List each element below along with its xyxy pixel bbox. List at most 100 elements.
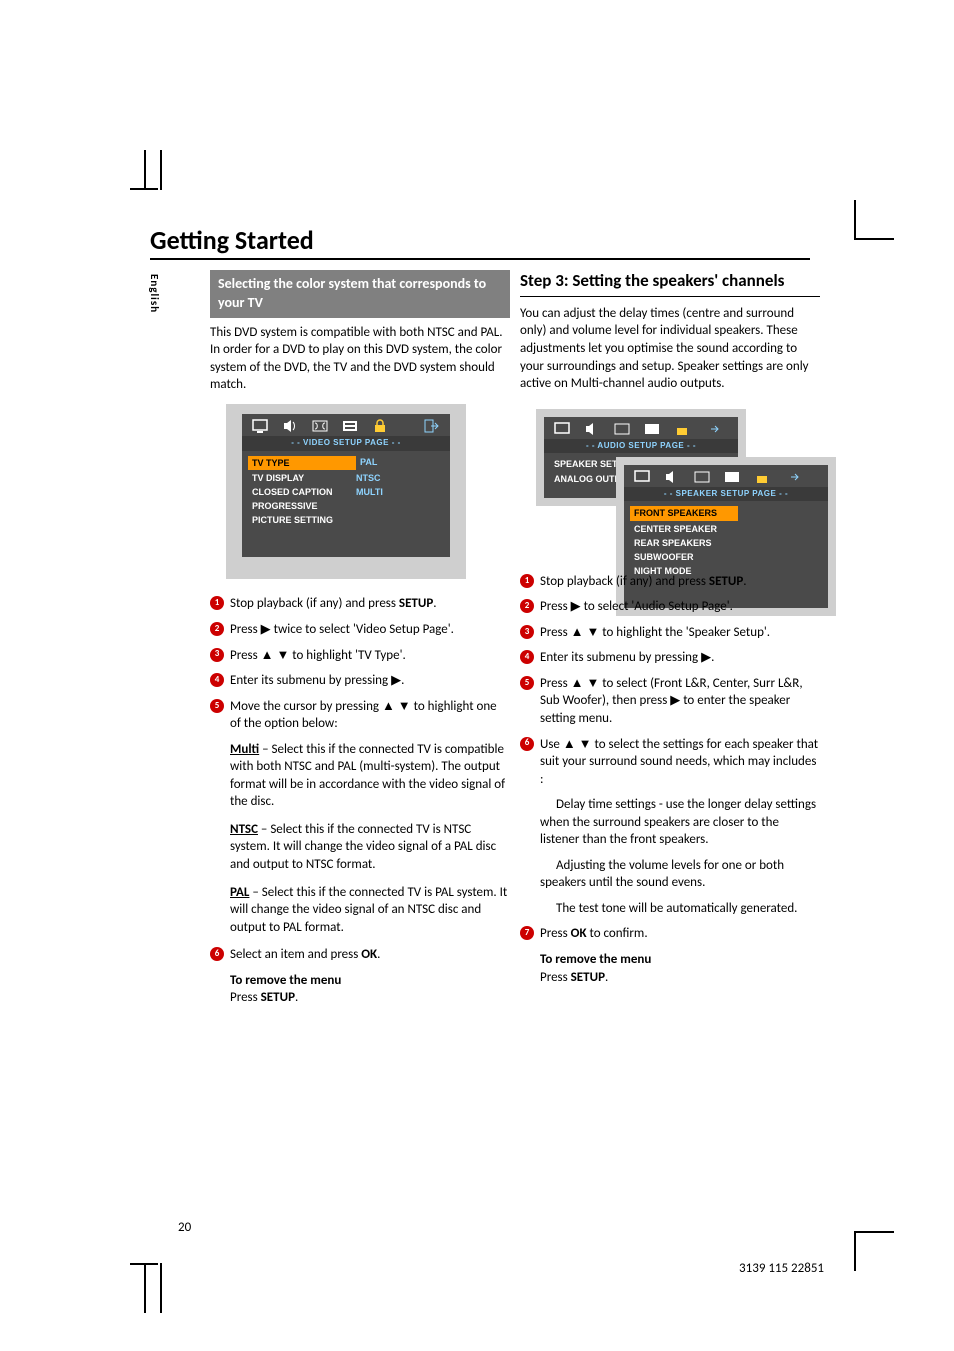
crop-mark xyxy=(854,200,894,240)
crop-mark xyxy=(854,1231,894,1271)
remove-text: Press xyxy=(540,970,571,985)
bullet-icon: 2 xyxy=(210,622,224,636)
intro-text: This DVD system is compatible with both … xyxy=(210,324,510,394)
step-text: Press xyxy=(540,926,571,941)
right-column: Step 3: Setting the speakers' channels Y… xyxy=(520,270,820,996)
speaker-icon xyxy=(664,470,680,484)
osd-label: TV DISPLAY xyxy=(252,472,356,484)
right-icon: ▶ xyxy=(261,622,271,637)
step-text: Enter its submenu by pressing xyxy=(540,650,701,665)
bullet-icon: 6 xyxy=(210,947,224,961)
option-label: NTSC xyxy=(230,822,258,837)
section-heading: Selecting the color system that correspo… xyxy=(210,270,510,318)
step-5: 5Move the cursor by pressing ▲ ▼ to high… xyxy=(210,698,510,733)
osd-value: MULTI xyxy=(356,486,383,498)
speaker-icon xyxy=(282,419,298,433)
osd-value: NTSC xyxy=(356,472,381,484)
updown-icon: ▲ ▼ xyxy=(382,699,411,714)
step-text: Press xyxy=(230,648,261,663)
step-text: to highlight the 'Speaker Setup'. xyxy=(599,625,770,640)
step-6: 6 Select an item and press OK. xyxy=(210,946,510,964)
preference-icon xyxy=(644,422,660,436)
steps-list: 1Stop playback (if any) and press SETUP.… xyxy=(520,573,820,788)
osd-label: CLOSED CAPTION xyxy=(252,486,356,498)
preference-icon xyxy=(342,419,358,433)
ok-key: OK xyxy=(361,947,377,962)
step-3: 3 Press ▲ ▼ to highlight the 'Speaker Set… xyxy=(520,624,820,642)
step-2: 2Press ▶ to select 'Audio Setup Page'. xyxy=(520,598,820,616)
updown-icon: ▲ ▼ xyxy=(571,625,600,640)
ok-key: OK xyxy=(571,926,587,941)
osd-row: CENTER SPEAKER xyxy=(634,522,818,536)
video-setup-osd: - - VIDEO SETUP PAGE - - TV TYPEPAL TV D… xyxy=(226,404,466,580)
step-text: . xyxy=(377,947,380,962)
language-tab: English xyxy=(146,270,163,317)
remove-menu: To remove the menuPress SETUP. xyxy=(210,972,510,1007)
osd-value: PAL xyxy=(360,456,377,470)
crop-mark xyxy=(130,150,158,190)
step-1: 1Stop playback (if any) and press SETUP. xyxy=(210,595,510,613)
intro-text: You can adjust the delay times (centre a… xyxy=(520,305,820,393)
steps-list: 1Stop playback (if any) and press SETUP.… xyxy=(210,595,510,732)
bullet-icon: 2 xyxy=(520,599,534,613)
adjust-text: Adjusting the volume levels for one or b… xyxy=(520,857,820,892)
exit-icon xyxy=(424,419,440,433)
step-text: Press xyxy=(540,625,571,640)
exit-icon xyxy=(784,470,800,484)
osd-label: CENTER SPEAKER xyxy=(634,523,738,535)
osd-title: - - SPEAKER SETUP PAGE - - xyxy=(624,487,828,502)
step-7: 7Press OK to confirm. xyxy=(520,925,820,943)
osd-label: FRONT SPEAKERS xyxy=(634,508,717,518)
option-text: – Select this if the connected TV is NTS… xyxy=(230,822,496,872)
step-text: . xyxy=(433,596,436,611)
monitor-icon xyxy=(554,422,570,436)
crop-mark xyxy=(130,1263,180,1313)
title-rule xyxy=(150,258,810,260)
osd-row: SUBWOOFER xyxy=(634,550,818,564)
left-column: Selecting the color system that correspo… xyxy=(210,270,510,1017)
step-text: Select an item and press xyxy=(230,947,361,962)
exit-icon xyxy=(704,422,720,436)
tone-text: The test tone will be automatically gene… xyxy=(520,900,820,918)
osd-label: PICTURE SETTING xyxy=(252,514,356,526)
monitor-icon xyxy=(252,419,268,433)
osd-row: CLOSED CAPTIONMULTI xyxy=(252,485,440,499)
crop-mark xyxy=(160,1263,162,1313)
bullet-icon: 5 xyxy=(210,699,224,713)
dolby-icon xyxy=(312,419,328,433)
bullet-icon: 3 xyxy=(520,625,534,639)
delay-text: Delay time settings - use the longer del… xyxy=(520,796,820,849)
option-text: – Select this if the connected TV is com… xyxy=(230,742,505,810)
speaker-icon xyxy=(584,422,600,436)
step-text: Stop playback (if any) and press xyxy=(230,596,399,611)
right-icon: ▶ xyxy=(571,599,581,614)
step-6: 6Use ▲ ▼ to select the settings for each… xyxy=(520,736,820,789)
pal-option: PAL – Select this if the connected TV is… xyxy=(210,884,510,937)
remove-text: . xyxy=(295,990,298,1005)
steps-list-2: 7Press OK to confirm. xyxy=(520,925,820,943)
speaker-setup-osd: - - SPEAKER SETUP PAGE - - FRONT SPEAKER… xyxy=(616,457,836,617)
osd-label: TV TYPE xyxy=(252,458,290,468)
page-title: Getting Started xyxy=(150,224,314,256)
step-4: 4Enter its submenu by pressing ▶. xyxy=(210,672,510,690)
lock-icon xyxy=(674,422,690,436)
step-text: twice to select 'Video Setup Page'. xyxy=(271,622,454,637)
osd-label: REAR SPEAKERS xyxy=(634,537,738,549)
dolby-icon xyxy=(614,422,630,436)
osd-row: TV TYPE PAL xyxy=(252,455,440,471)
remove-text: . xyxy=(605,970,608,985)
bullet-icon: 6 xyxy=(520,737,534,751)
option-text: – Select this if the connected TV is PAL… xyxy=(230,885,507,935)
crop-mark xyxy=(160,150,162,190)
right-icon: ▶ xyxy=(670,693,680,708)
osd-icon-row xyxy=(242,414,450,436)
osd-row: TV DISPLAYNTSC xyxy=(252,471,440,485)
setup-key: SETUP xyxy=(399,596,433,611)
step-2: 2 Press ▶ twice to select 'Video Setup Pa… xyxy=(210,621,510,639)
setup-key: SETUP xyxy=(261,990,295,1005)
steps-list-2: 6 Select an item and press OK. xyxy=(210,946,510,964)
step-text: Press xyxy=(230,622,261,637)
ntsc-option: NTSC – Select this if the connected TV i… xyxy=(210,821,510,874)
page-number: 20 xyxy=(178,1220,191,1235)
step-text: Enter its submenu by pressing xyxy=(230,673,391,688)
